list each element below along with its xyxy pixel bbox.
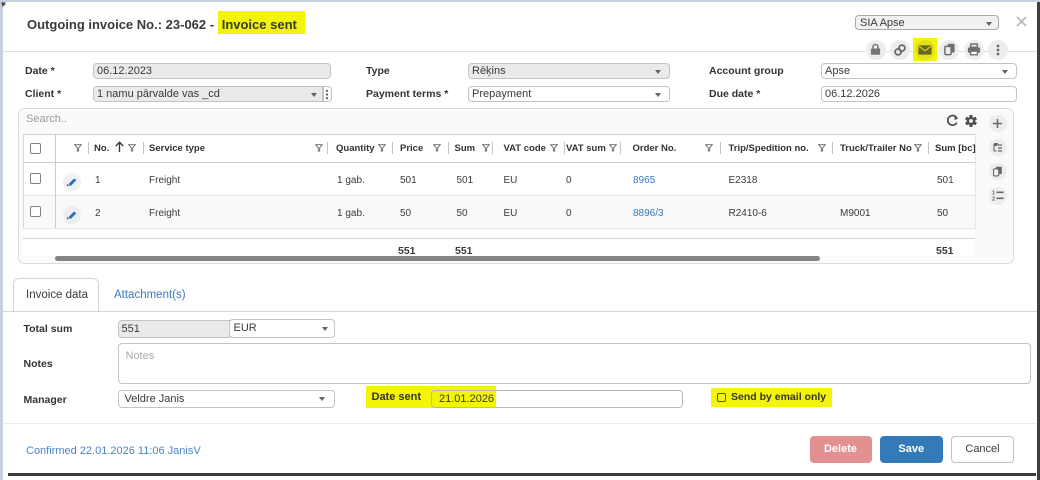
svg-text:2: 2 <box>992 197 995 202</box>
